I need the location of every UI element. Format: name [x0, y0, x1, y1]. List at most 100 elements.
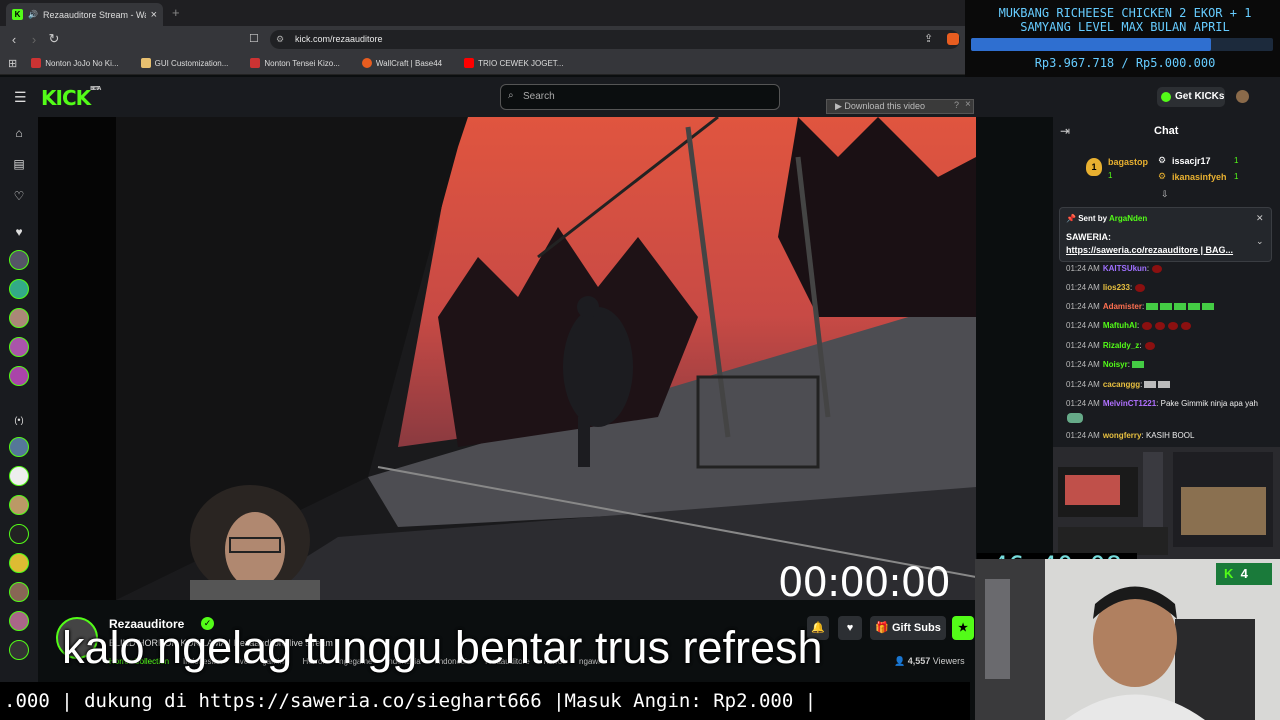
bookmark-favicon-icon	[361, 58, 372, 68]
new-tab-button[interactable]: +	[172, 5, 180, 20]
unpin-icon[interactable]: ✕	[1256, 213, 1264, 224]
close-icon[interactable]: ×	[965, 99, 971, 110]
bookmark-item[interactable]: Nonton Tensei Kizo...	[250, 58, 340, 68]
chat-message: 01:24 AM Rizaldy_z:	[1066, 341, 1155, 350]
followed-channel-avatar[interactable]	[9, 250, 29, 270]
bookmark-item[interactable]: Nonton JoJo No Ki...	[31, 58, 119, 68]
bookmark-favicon-icon	[140, 58, 151, 68]
chat-emote	[1135, 283, 1146, 292]
top-gifter-badge: 1	[1086, 158, 1102, 176]
bookmark-item[interactable]: WallCraft | Base44	[361, 58, 442, 68]
kick-sub-badge: K 4	[1216, 563, 1272, 585]
pinned-title: SAWERIA:	[1066, 232, 1111, 242]
viewers-icon: 👤	[894, 656, 908, 666]
chat-message: 01:24 AM cacanggg:	[1066, 380, 1171, 389]
bookmark-item[interactable]: TRIO CEWEK JOGET...	[464, 58, 563, 68]
top-gifter-name[interactable]: bagastop	[1108, 157, 1148, 167]
pin-icon: 📌	[1066, 214, 1079, 223]
get-kicks-button[interactable]: Get KICKs	[1157, 87, 1225, 107]
desktop-preview-image	[1053, 447, 1280, 559]
followed-channel-avatar[interactable]	[9, 308, 29, 328]
followed-channel-avatar[interactable]	[9, 279, 29, 299]
brave-shield-icon[interactable]	[947, 33, 959, 45]
goal-title: MUKBANG RICHEESE CHICKEN 2 EKOR + 1 SAMY…	[998, 6, 1252, 34]
address-bar[interactable]: kick.com/rezaauditore	[270, 30, 960, 49]
apps-grid-icon[interactable]: ⊞	[8, 57, 17, 70]
chat-emote	[1144, 381, 1157, 389]
donation-ticker: .000 | dukung di https://saweria.co/sieg…	[0, 682, 970, 720]
reload-icon[interactable]: ↻	[44, 31, 64, 47]
recommended-channel-avatar[interactable]	[9, 611, 29, 631]
bookmark-icon[interactable]: ☐	[249, 32, 259, 45]
download-video-button[interactable]: ▶ Download this video	[826, 99, 974, 114]
search-icon: ⌕	[508, 90, 514, 101]
recommended-channel-avatar[interactable]	[9, 553, 29, 573]
chat-emote	[1168, 321, 1179, 330]
help-icon[interactable]: ?	[954, 100, 959, 110]
following-icon[interactable]: ♡	[10, 187, 28, 205]
share-icon[interactable]: ⇪	[924, 32, 933, 45]
kick-favicon-icon: K	[12, 9, 23, 20]
gifter-badge-icon: ⚙	[1158, 171, 1167, 181]
followed-channel-avatar[interactable]	[9, 337, 29, 357]
chat-message: 01:24 AM MaftuhAl:	[1066, 321, 1192, 330]
recommended-channel-avatar[interactable]	[9, 466, 29, 486]
tab-close-icon[interactable]: ×	[151, 9, 157, 21]
chat-message: 01:24 AM Noisyr:	[1066, 360, 1144, 369]
chat-emote	[1202, 303, 1215, 311]
bookmark-favicon-icon	[31, 58, 42, 68]
recommended-channel-avatar[interactable]	[9, 640, 29, 660]
subscribe-button[interactable]: ★	[952, 616, 974, 640]
recommended-channel-avatar[interactable]	[9, 524, 29, 544]
gift-subs-button[interactable]: 🎁 Gift Subs	[870, 616, 946, 640]
gifter-name[interactable]: ikanasinfyeh	[1172, 172, 1227, 182]
expand-leaderboard-icon[interactable]: ⇩	[1161, 189, 1169, 200]
chat-emote	[1146, 303, 1159, 311]
chat-emote	[1174, 303, 1187, 311]
recommended-channel-avatar[interactable]	[9, 582, 29, 602]
chat-emote	[1181, 321, 1192, 330]
live-broadcast-icon: (•)	[14, 415, 24, 425]
desktop-preview-overlay	[1053, 447, 1280, 559]
gifter-badge-icon: ⚙	[1158, 155, 1167, 165]
pinned-link[interactable]: https://saweria.co/rezaauditore | BAG...	[1066, 245, 1233, 255]
user-avatar[interactable]	[1236, 90, 1249, 103]
recommended-channel-avatar[interactable]	[9, 495, 29, 515]
gifter-name[interactable]: issacjr17	[1172, 156, 1211, 166]
site-info-icon[interactable]: ⚙	[276, 34, 284, 45]
streamer-webcam-image	[190, 485, 320, 600]
viewer-count: 👤 4,557 Viewers	[894, 656, 965, 666]
chat-emote	[1155, 321, 1166, 330]
chat-emote	[1144, 341, 1155, 350]
forward-icon[interactable]: ›	[24, 32, 44, 47]
chat-emote	[1142, 321, 1153, 330]
bookmark-item[interactable]: GUI Customization...	[140, 58, 228, 68]
speaker-icon[interactable]: 🔊	[28, 10, 38, 19]
collapse-chat-icon[interactable]: ⇥	[1060, 124, 1070, 138]
kick-logo[interactable]: KICKBETA	[41, 86, 101, 110]
chat-emote	[1067, 413, 1083, 423]
kick-icon: K	[1224, 566, 1234, 581]
gift-icon: 🎁	[875, 622, 892, 634]
browse-icon[interactable]: ▤	[10, 155, 28, 173]
gifter-count: 1	[1234, 156, 1239, 165]
home-icon[interactable]: ⌂	[10, 124, 28, 142]
tab-title: Rezaauditore Stream - Watch	[42, 9, 146, 20]
bookmark-favicon-icon	[250, 58, 261, 68]
sidebar: ⌂ ▤ ♡ ♥ (•)	[0, 117, 38, 717]
search-input[interactable]: Search	[500, 84, 780, 110]
follow-heart-button[interactable]: ♥	[838, 616, 862, 640]
gifter-count: 1	[1234, 172, 1239, 181]
chat-message: 01:24 AM lios233:	[1066, 283, 1146, 292]
browser-tab[interactable]: K 🔊 Rezaauditore Stream - Watch ×	[6, 3, 163, 26]
chat-emote	[1188, 303, 1201, 311]
bookmarks-bar: ⊞ Nonton JoJo No Ki... GUI Customization…	[0, 52, 965, 75]
youtube-icon	[464, 58, 475, 68]
recommended-channel-avatar[interactable]	[9, 437, 29, 457]
back-icon[interactable]: ‹	[4, 32, 24, 47]
hamburger-menu-icon[interactable]: ☰	[14, 89, 27, 106]
followed-channel-avatar[interactable]	[9, 366, 29, 386]
top-gifter-count: 1	[1108, 171, 1113, 180]
chevron-down-icon[interactable]: ⌄	[1256, 236, 1264, 247]
favorite-heart-icon: ♥	[15, 225, 23, 239]
